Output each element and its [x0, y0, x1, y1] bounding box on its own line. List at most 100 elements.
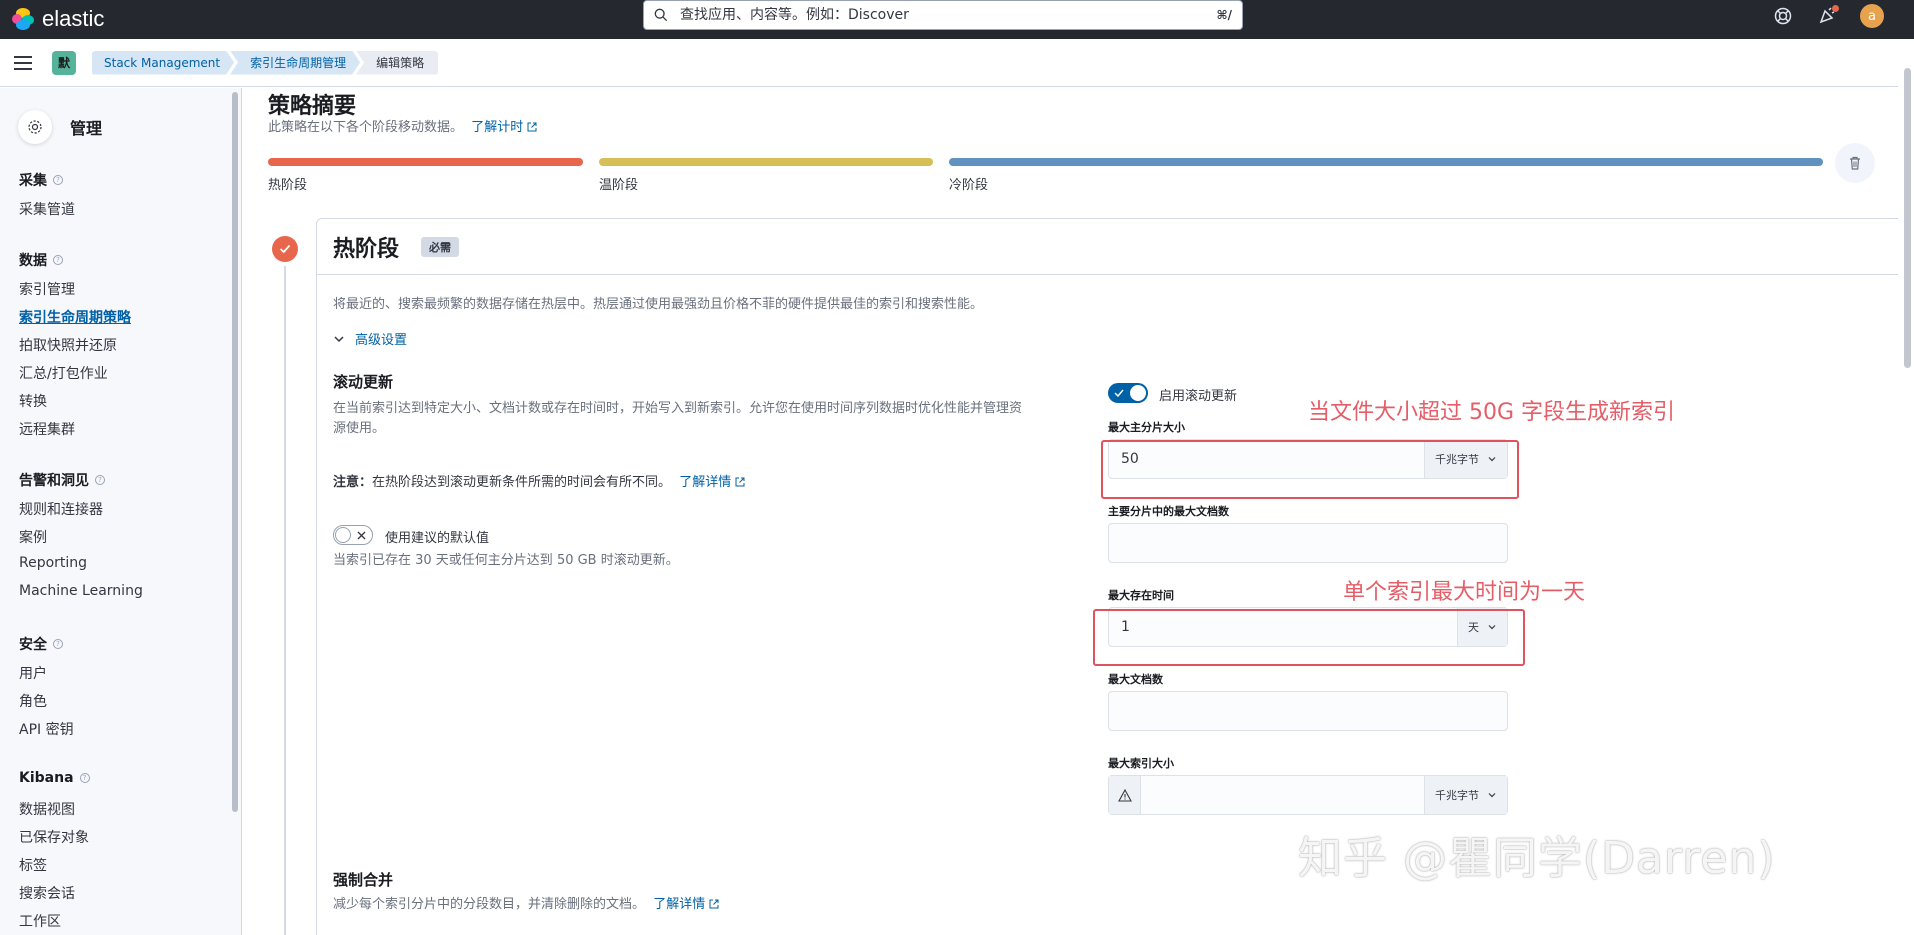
warning-icon — [1109, 776, 1141, 814]
forcemerge-title: 强制合并 — [333, 871, 394, 889]
notification-dot — [1832, 5, 1839, 12]
sidebar-item-spaces[interactable]: 工作区 — [19, 911, 61, 931]
sidebar-item-rollup-jobs[interactable]: 汇总/打包作业 — [19, 363, 108, 383]
sidebar-item-ingest-pipelines[interactable]: 采集管道 — [19, 199, 75, 219]
warm-phase-bar — [599, 158, 933, 166]
info-icon: ? — [53, 639, 63, 649]
max-docs-field — [1108, 691, 1508, 731]
sidebar-item-cases[interactable]: 案例 — [19, 527, 47, 547]
max-shard-docs-label: 主要分片中的最大文档数 — [1108, 505, 1229, 518]
sidebar-item-rules-connectors[interactable]: 规则和连接器 — [19, 499, 103, 519]
sidebar-item-ilm-policies[interactable]: 索引生命周期策略 — [19, 307, 131, 327]
elastic-logo-icon — [12, 8, 34, 30]
sidebar-section-alerts: 告警和洞见? — [19, 470, 105, 490]
management-sidebar: 管理 采集? 采集管道 数据? 索引管理 索引生命周期策略 拍取快照并还原 汇总… — [0, 88, 242, 935]
rollover-description: 在当前索引达到特定大小、文档计数或存在时间时，开始写入到新索引。允许您在使用时间… — [333, 401, 1023, 436]
sidebar-section-data: 数据? — [19, 250, 63, 270]
breadcrumb-edit-policy: 编辑策略 — [356, 50, 439, 75]
breadcrumb-bar: 默 Stack Management 索引生命周期管理 编辑策略 — [0, 39, 1898, 87]
max-shard-docs-field — [1108, 523, 1508, 563]
sidebar-item-machine-learning[interactable]: Machine Learning — [19, 583, 143, 599]
news-icon[interactable] — [1816, 5, 1839, 27]
hot-phase-label: 热阶段 — [268, 178, 308, 193]
annotation-box-max-age — [1093, 609, 1525, 666]
annotation-max-age: 单个索引最大时间为一天 — [1343, 580, 1586, 605]
sidebar-item-snapshot-restore[interactable]: 拍取快照并还原 — [19, 335, 117, 355]
top-header: elastic ⌘/ a — [0, 0, 1914, 39]
elastic-logo[interactable]: elastic — [12, 4, 104, 34]
use-defaults-toggle[interactable] — [333, 525, 373, 545]
sidebar-scrollbar[interactable] — [232, 92, 238, 812]
sidebar-item-tags[interactable]: 标签 — [19, 855, 47, 875]
summary-subtitle: 此策略在以下各个阶段移动数据。 了解计时 — [268, 116, 537, 135]
sidebar-section-security: 安全? — [19, 634, 63, 654]
max-index-size-field: 千兆字节 — [1108, 775, 1508, 815]
max-docs-input[interactable] — [1109, 692, 1507, 730]
forcemerge-learn-more-link[interactable]: 了解详情 — [653, 897, 705, 912]
sidebar-item-users[interactable]: 用户 — [19, 663, 47, 683]
global-search[interactable]: ⌘/ — [643, 0, 1243, 30]
hot-phase-description: 将最近的、搜索最频繁的数据存储在热层中。热层通过使用最强劲且价格不菲的硬件提供最… — [333, 297, 984, 312]
delete-phase-button[interactable] — [1835, 143, 1875, 183]
max-docs-label: 最大文档数 — [1108, 673, 1163, 686]
hot-phase-header: 热阶段 必需 — [317, 219, 1898, 275]
info-icon: ? — [53, 255, 63, 265]
check-icon — [1114, 389, 1124, 398]
info-icon: ? — [79, 773, 90, 783]
header-actions: a — [1772, 4, 1884, 28]
help-icon[interactable] — [1772, 5, 1794, 27]
phase-timeline — [284, 266, 286, 935]
trash-icon — [1850, 156, 1860, 170]
rollover-title: 滚动更新 — [333, 373, 394, 391]
watermark: 知乎 @瞿同学(Darren) — [1298, 833, 1776, 884]
breadcrumb-ilm[interactable]: 索引生命周期管理 — [230, 51, 360, 75]
rollover-learn-more-link[interactable]: 了解详情 — [679, 475, 731, 490]
external-link-icon — [709, 899, 719, 909]
max-shard-docs-input[interactable] — [1109, 524, 1507, 562]
sidebar-item-saved-objects[interactable]: 已保存对象 — [19, 827, 89, 847]
sidebar-item-api-keys[interactable]: API 密钥 — [19, 719, 74, 739]
index-size-unit-select[interactable]: 千兆字节 — [1424, 776, 1507, 814]
external-link-icon — [527, 122, 537, 132]
main-content: 策略摘要 此策略在以下各个阶段移动数据。 了解计时 热阶段 温阶段 冷阶段 热阶… — [243, 88, 1898, 935]
sidebar-item-data-views[interactable]: 数据视图 — [19, 799, 75, 819]
max-index-size-input[interactable] — [1141, 776, 1424, 814]
breadcrumb: Stack Management 索引生命周期管理 编辑策略 — [92, 50, 439, 75]
max-age-label: 最大存在时间 — [1108, 589, 1174, 602]
breadcrumb-stack-management[interactable]: Stack Management — [92, 51, 234, 75]
info-icon: ? — [95, 475, 105, 485]
sidebar-item-roles[interactable]: 角色 — [19, 691, 47, 711]
hot-phase-bar — [268, 158, 583, 166]
enable-rollover-toggle[interactable] — [1108, 383, 1148, 403]
advanced-settings-toggle[interactable]: 高级设置 — [333, 329, 407, 348]
cold-phase-bar — [949, 158, 1823, 166]
required-badge: 必需 — [421, 237, 459, 257]
annotation-shard-size: 当文件大小超过 50G 字段生成新索引 — [1308, 400, 1676, 425]
search-icon — [654, 8, 668, 22]
page-scrollbar[interactable] — [1904, 68, 1911, 368]
menu-icon[interactable] — [14, 55, 32, 70]
hot-phase-check-icon — [272, 236, 298, 262]
sidebar-section-kibana: Kibana? — [19, 770, 90, 786]
hot-phase-title: 热阶段 — [333, 237, 400, 262]
learn-timing-link[interactable]: 了解计时 — [471, 120, 523, 135]
sidebar-item-reporting[interactable]: Reporting — [19, 555, 87, 571]
forcemerge-description: 减少每个索引分片中的分段数目，并清除删除的文档。 了解详情 — [333, 895, 719, 915]
sidebar-item-search-sessions[interactable]: 搜索会话 — [19, 883, 75, 903]
use-defaults-label: 使用建议的默认值 — [385, 531, 490, 546]
warm-phase-label: 温阶段 — [599, 178, 639, 193]
sidebar-item-transforms[interactable]: 转换 — [19, 391, 47, 411]
sidebar-item-remote-clusters[interactable]: 远程集群 — [19, 419, 75, 439]
use-defaults-description: 当索引已存在 30 天或任何主分片达到 50 GB 时滚动更新。 — [333, 553, 679, 568]
cross-icon — [357, 531, 366, 540]
space-avatar[interactable]: 默 — [52, 50, 76, 75]
max-index-size-label: 最大索引大小 — [1108, 757, 1174, 770]
search-input[interactable] — [680, 7, 1217, 23]
max-shard-size-label: 最大主分片大小 — [1108, 421, 1185, 434]
sidebar-item-index-management[interactable]: 索引管理 — [19, 279, 75, 299]
sidebar-section-ingest: 采集? — [19, 170, 63, 190]
annotation-box-shard-size — [1101, 440, 1519, 499]
external-link-icon — [735, 477, 745, 487]
chevron-down-icon — [334, 335, 344, 342]
user-avatar[interactable]: a — [1860, 4, 1884, 28]
